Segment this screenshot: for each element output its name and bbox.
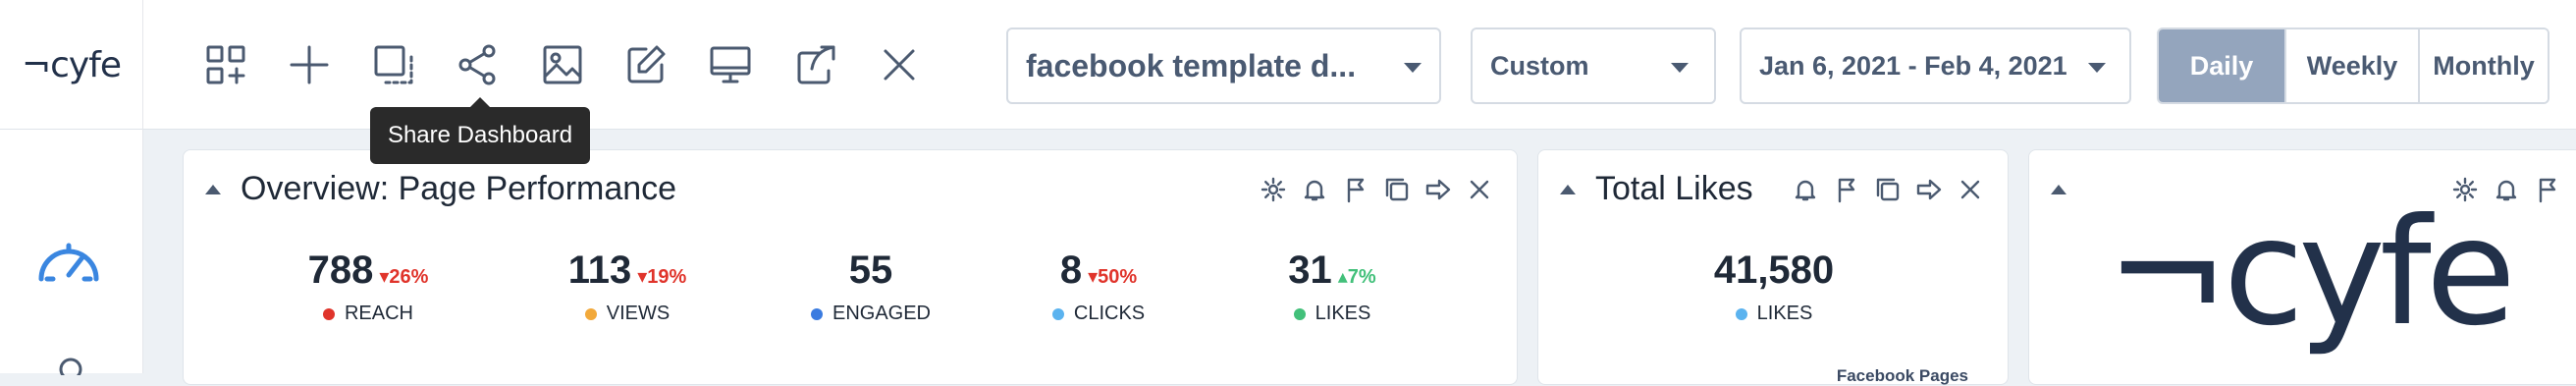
monthly-button[interactable]: Monthly: [2420, 29, 2548, 102]
metric-reach: 788 ▾26% REACH: [280, 248, 456, 325]
daily-button[interactable]: Daily: [2159, 29, 2286, 102]
flag-icon[interactable]: [2534, 176, 2561, 203]
chevron-down-icon: [1404, 63, 1422, 73]
metric-label: REACH: [344, 303, 413, 324]
widget-toolbar: [1792, 176, 1984, 203]
edit-icon[interactable]: [622, 41, 670, 88]
date-range-select[interactable]: Jan 6, 2021 - Feb 4, 2021: [1740, 28, 2131, 104]
metric-change: ▾19%: [637, 266, 687, 288]
source-link[interactable]: Facebook Pages: [1837, 366, 1968, 386]
metric-value: 31: [1288, 248, 1332, 292]
copy-icon[interactable]: [1874, 176, 1902, 203]
close-icon[interactable]: [876, 41, 923, 88]
widget-toolbar: [1260, 176, 1493, 203]
widget-title: Total Likes: [1595, 170, 1753, 207]
metric-total-likes: 41,580 LIKES: [1666, 248, 1882, 325]
sidebar: [0, 130, 143, 381]
metric-change: ▴7%: [1337, 266, 1376, 288]
legend-dot: [322, 307, 335, 320]
legend-dot: [1735, 307, 1747, 320]
legend-dot: [1051, 307, 1064, 320]
add-widget-icon[interactable]: [202, 41, 249, 88]
metric-value: 788: [307, 248, 374, 292]
user-icon[interactable]: [51, 356, 90, 381]
total-likes-widget: Total Likes 41,580 LIKES Facebook Pages: [1537, 149, 2009, 385]
logo-text: ¬cyfe: [21, 44, 122, 85]
copy-dashboard-icon[interactable]: [370, 41, 417, 88]
arrow-right-icon[interactable]: [1424, 176, 1452, 203]
export-icon[interactable]: [792, 41, 839, 88]
logo-widget: ¬cyfe: [2028, 149, 2576, 385]
metric-change: ▾50%: [1088, 266, 1138, 288]
flag-icon[interactable]: [1833, 176, 1860, 203]
metric-value: 113: [567, 248, 632, 292]
dashboard-select-value: facebook template d...: [1026, 47, 1357, 83]
metric-engaged: 55 ENGAGED: [782, 248, 959, 325]
bell-icon[interactable]: [1301, 176, 1328, 203]
arrow-right-icon[interactable]: [1915, 176, 1943, 203]
flag-icon[interactable]: [1342, 176, 1369, 203]
dashboard-select[interactable]: facebook template d...: [1006, 28, 1441, 104]
granularity-toggle: Daily Weekly Monthly: [2157, 28, 2549, 104]
metric-label: ENGAGED: [832, 303, 932, 324]
collapse-icon[interactable]: [205, 185, 221, 194]
chevron-down-icon: [2088, 63, 2106, 73]
legend-dot: [584, 307, 597, 320]
metric-likes: 31 ▴7% LIKES: [1244, 248, 1421, 325]
metric-label: CLICKS: [1073, 303, 1146, 324]
logo[interactable]: ¬cyfe: [0, 0, 143, 130]
metric-value: 55: [848, 248, 893, 292]
plus-icon[interactable]: [286, 41, 333, 88]
copy-icon[interactable]: [1383, 176, 1411, 203]
metric-change: ▾26%: [379, 266, 429, 288]
metric-label: LIKES: [1756, 303, 1813, 324]
range-select[interactable]: Custom: [1471, 28, 1716, 104]
cyfe-logo-image: ¬cyfe: [2106, 188, 2516, 358]
chevron-down-icon: [1671, 63, 1689, 73]
widget-header: Total Likes: [1538, 150, 2008, 229]
bell-icon[interactable]: [1792, 176, 1819, 203]
metric-views: 113 ▾19% VIEWS: [539, 248, 716, 325]
collapse-icon[interactable]: [1560, 185, 1576, 194]
tooltip: Share Dashboard: [370, 97, 590, 164]
metric-value: 41,580: [1713, 248, 1835, 292]
legend-dot: [1293, 307, 1306, 320]
metric-label: LIKES: [1315, 303, 1371, 324]
collapse-icon[interactable]: [2051, 185, 2066, 194]
date-range-value: Jan 6, 2021 - Feb 4, 2021: [1759, 50, 2067, 81]
weekly-button[interactable]: Weekly: [2286, 29, 2420, 102]
monitor-icon[interactable]: [707, 41, 754, 88]
metric-value: 8: [1059, 248, 1083, 292]
overview-widget: Overview: Page Performance 788 ▾26% REACH…: [183, 149, 1518, 385]
share-icon[interactable]: [454, 41, 501, 88]
metric-label: VIEWS: [606, 303, 671, 324]
range-select-value: Custom: [1490, 50, 1589, 81]
close-icon[interactable]: [1957, 176, 1984, 203]
metric-clicks: 8 ▾50% CLICKS: [1010, 248, 1187, 325]
gear-icon[interactable]: [1260, 176, 1287, 203]
widget-title: Overview: Page Performance: [241, 170, 677, 207]
close-icon[interactable]: [1466, 176, 1493, 203]
image-icon[interactable]: [539, 41, 586, 88]
dashboard-gauge-icon[interactable]: [33, 230, 104, 289]
legend-dot: [810, 307, 823, 320]
